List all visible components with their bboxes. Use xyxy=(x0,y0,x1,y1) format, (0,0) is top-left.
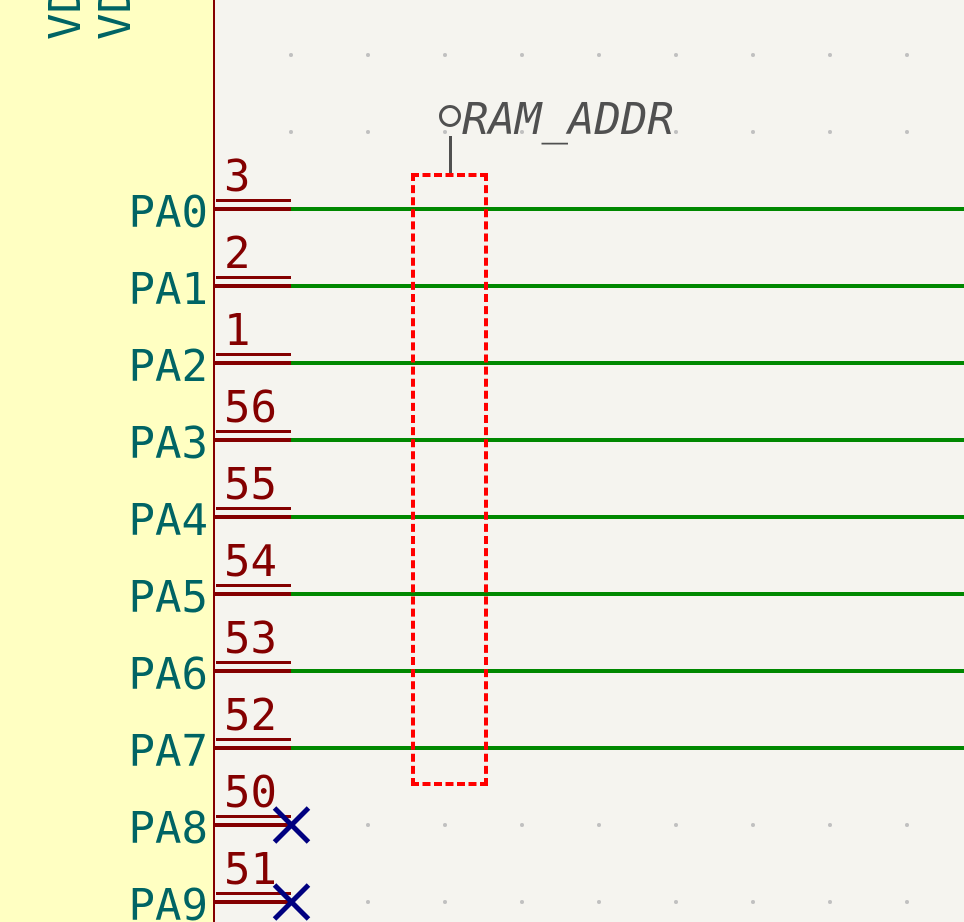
pin-name: PA3 xyxy=(129,418,208,469)
pin-underline xyxy=(216,738,291,741)
pin-name: PA1 xyxy=(129,264,208,315)
pin-number: 3 xyxy=(224,151,251,202)
pin-underline xyxy=(216,276,291,279)
pin-underline xyxy=(216,661,291,664)
power-pin-name: VDD xyxy=(90,0,141,40)
pin-name: PA4 xyxy=(129,495,208,546)
pin-number: 56 xyxy=(224,382,277,433)
schematic-canvas[interactable]: VDDSVDD PA0 3 PA1 2 PA2 1 PA3 56 PA4 55 PA5 54 PA6 53 P… xyxy=(0,0,964,922)
pin-stub[interactable] xyxy=(215,284,291,288)
pin-number: 55 xyxy=(224,459,277,510)
pin-name: PA5 xyxy=(129,572,208,623)
pin-number: 1 xyxy=(224,305,251,356)
pin-name: PA2 xyxy=(129,341,208,392)
pin-stub[interactable] xyxy=(215,746,291,750)
wire[interactable] xyxy=(291,361,964,365)
pin-stub[interactable] xyxy=(215,669,291,673)
pin-name: PA6 xyxy=(129,649,208,700)
pin-number: 54 xyxy=(224,536,277,587)
pin-number: 51 xyxy=(224,844,277,895)
pin-underline xyxy=(216,584,291,587)
selection-box xyxy=(411,173,488,786)
pin-name: PA7 xyxy=(129,726,208,777)
net-label-stem xyxy=(449,136,452,173)
pin-underline xyxy=(216,353,291,356)
net-label-anchor[interactable] xyxy=(439,105,461,127)
pin-stub[interactable] xyxy=(215,592,291,596)
pin-number: 52 xyxy=(224,690,277,741)
pin-underline xyxy=(216,430,291,433)
wire[interactable] xyxy=(291,669,964,673)
pin-stub[interactable] xyxy=(215,207,291,211)
pin-underline xyxy=(216,507,291,510)
power-pin-name: VDDS xyxy=(40,0,91,40)
pin-underline xyxy=(216,199,291,202)
wire[interactable] xyxy=(291,284,964,288)
wire[interactable] xyxy=(291,592,964,596)
wire[interactable] xyxy=(291,746,964,750)
pin-stub[interactable] xyxy=(215,361,291,365)
wire[interactable] xyxy=(291,207,964,211)
pin-name: PA8 xyxy=(129,803,208,854)
pin-number: 2 xyxy=(224,228,251,279)
pin-stub[interactable] xyxy=(215,438,291,442)
pin-number: 50 xyxy=(224,767,277,818)
pin-stub[interactable] xyxy=(215,515,291,519)
wire[interactable] xyxy=(291,515,964,519)
wire[interactable] xyxy=(291,438,964,442)
pin-name: PA9 xyxy=(129,880,208,922)
pin-name: PA0 xyxy=(129,187,208,238)
no-connect-marker[interactable] xyxy=(271,805,311,845)
pin-number: 53 xyxy=(224,613,277,664)
no-connect-marker[interactable] xyxy=(271,882,311,922)
net-label-text[interactable]: RAM_ADDR xyxy=(462,94,674,145)
